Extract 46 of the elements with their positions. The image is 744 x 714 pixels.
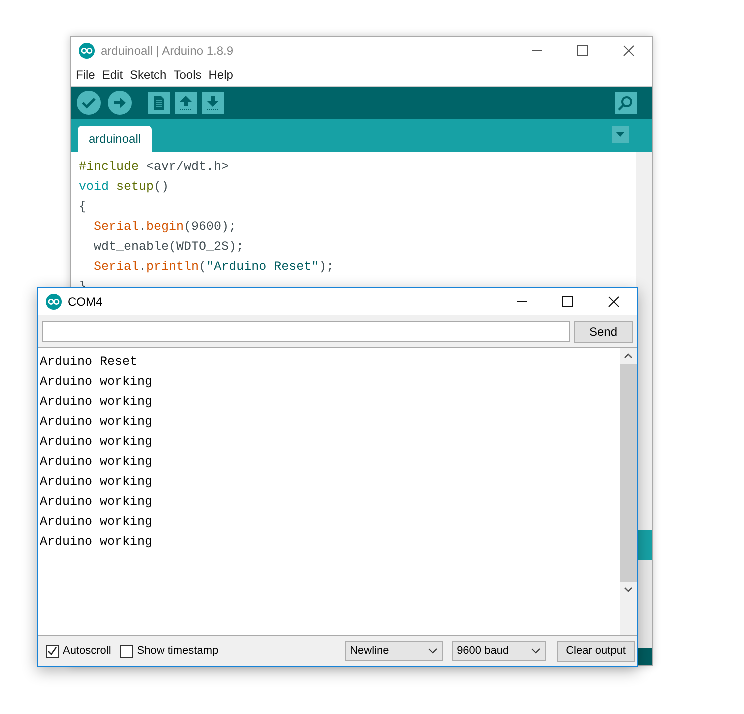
scrollbar[interactable] (620, 348, 637, 635)
output-line: Arduino working (40, 494, 153, 511)
infinity-logo-icon (46, 294, 62, 310)
chevron-down-icon (428, 648, 438, 654)
menu-item[interactable]: Tools (174, 68, 202, 82)
scrollbar[interactable] (636, 152, 652, 530)
menu-item[interactable]: Help (208, 68, 234, 82)
code-line: Serial.println("Arduino Reset"); (93, 259, 334, 276)
checkbox[interactable] (120, 644, 134, 658)
output-line: Arduino working (40, 474, 153, 491)
output-line: Arduino working (40, 374, 153, 391)
checkmark-icon[interactable] (76, 90, 102, 116)
window-title: COM4 (68, 294, 103, 308)
baud-rate-dropdown[interactable]: 9600 baud (452, 641, 546, 661)
output-line: Arduino working (40, 394, 153, 411)
clear-output-button[interactable]: Clear output (557, 640, 635, 662)
code-line: { (79, 199, 87, 216)
file-tab[interactable]: arduinoall (78, 126, 152, 152)
input-field[interactable] (42, 321, 570, 342)
infinity-logo-icon (79, 42, 95, 58)
line-ending-dropdown[interactable]: Newline (345, 641, 444, 661)
output-line: Arduino working (40, 454, 153, 471)
checkbox[interactable] (46, 644, 59, 658)
magnifier-icon[interactable] (615, 92, 637, 114)
maximize-icon[interactable] (562, 296, 574, 308)
menu-item[interactable]: File (76, 68, 96, 82)
output-line: Arduino working (40, 434, 153, 451)
close-icon[interactable] (608, 296, 620, 308)
checkbox-label: Show timestamp (137, 645, 219, 657)
window-title: arduinoall | Arduino 1.8.9 (101, 44, 234, 58)
output-line: Arduino working (40, 514, 153, 531)
close-icon[interactable] (623, 44, 635, 56)
maximize-icon[interactable] (577, 44, 589, 56)
menu-item[interactable]: Sketch (130, 68, 167, 82)
code-line: Serial.begin(9600); (93, 219, 237, 236)
checkbox-label: Autoscroll (63, 645, 112, 657)
menu-item[interactable]: Edit (102, 68, 124, 82)
code-line: void setup() (79, 179, 170, 196)
code-line: #include <avr/wdt.h> (79, 159, 230, 176)
output-line: Arduino Reset (40, 354, 138, 371)
output-line: Arduino working (40, 414, 153, 431)
send-button[interactable]: Send (574, 321, 633, 343)
chevron-down-icon (531, 648, 542, 654)
document-icon[interactable] (148, 92, 170, 114)
output-line: Arduino working (40, 534, 153, 551)
code-line: wdt_enable(WDTO_2S); (93, 239, 244, 256)
